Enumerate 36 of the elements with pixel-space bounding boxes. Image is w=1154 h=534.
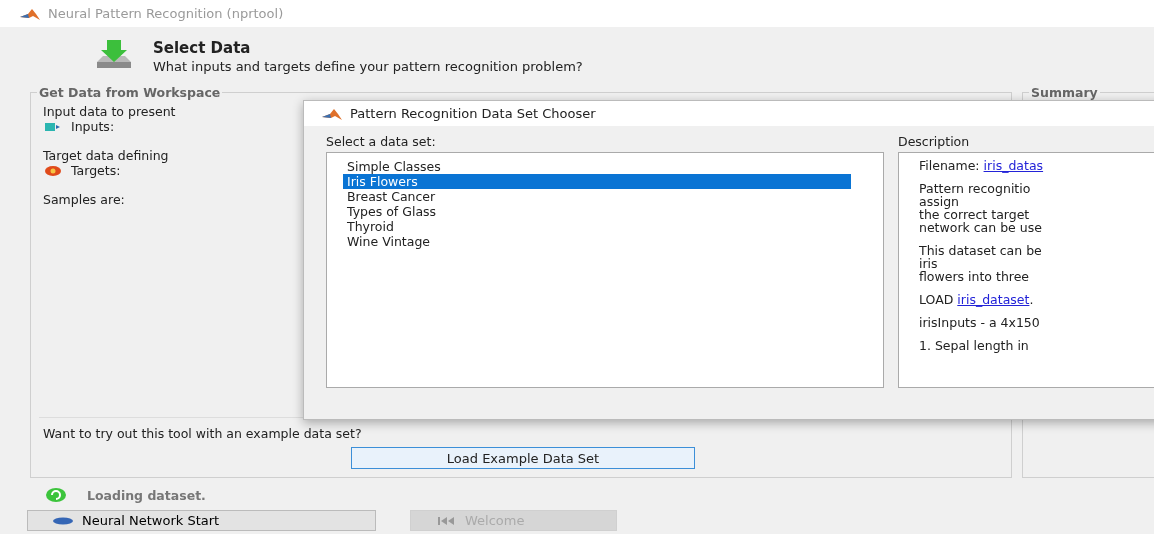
page-subtitle: What inputs and targets define your pattern recognition problem? [153, 58, 583, 74]
window-title: Neural Pattern Recognition (nprtool) [48, 6, 284, 21]
input-prompt: Input data to present [43, 104, 176, 119]
nav-button[interactable]: Neural Network Start [27, 510, 376, 531]
page-title: Select Data [153, 38, 252, 57]
description-paragraph: Pattern recognitio assign the correct target network can be use [919, 182, 1043, 234]
group-title: Get Data from Workspace [38, 85, 222, 100]
target-prompt: Target data defining [43, 148, 169, 163]
loading-icon [45, 487, 67, 503]
dataset-item[interactable]: Wine Vintage [343, 234, 851, 249]
targets-label: Targets: [71, 163, 121, 178]
dataset-item[interactable]: Breast Cancer [343, 189, 851, 204]
samples-label: Samples are: [43, 192, 125, 207]
description-paragraph: 1. Sepal length in [919, 339, 1030, 352]
dataset-item[interactable]: Types of Glass [343, 204, 851, 219]
example-prompt: Want to try out this tool with an example data set? [43, 426, 362, 441]
load-example-button[interactable]: Load Example Data Set [351, 447, 695, 469]
dialog-title: Pattern Recognition Data Set Chooser [350, 106, 596, 121]
group-title: Summary [1030, 85, 1099, 100]
dataset-item[interactable]: Simple Classes [343, 159, 851, 174]
description-paragraph: This dataset can be iris flowers into three [919, 244, 1043, 283]
skip-back-icon [437, 515, 457, 526]
description-paragraph: LOAD iris_dataset. [919, 293, 1035, 306]
peak-logo-icon [20, 7, 40, 20]
status-text: Loading dataset. [87, 487, 206, 503]
dataset-item[interactable]: Iris Flowers [343, 174, 851, 189]
peak-logo-icon [322, 107, 342, 120]
file-link[interactable]: iris_datas [983, 158, 1044, 173]
dataset-item[interactable]: Thyroid [343, 219, 851, 234]
description-paragraph: irisInputs - a 4x150 [919, 316, 1041, 329]
list-label: Select a data set: [326, 134, 437, 149]
network-icon [52, 516, 74, 525]
description-label: Description [898, 134, 971, 149]
target-icon [43, 164, 63, 177]
description-paragraph: Filename: iris_datas [919, 159, 1045, 172]
inputs-label: Inputs: [71, 119, 115, 134]
